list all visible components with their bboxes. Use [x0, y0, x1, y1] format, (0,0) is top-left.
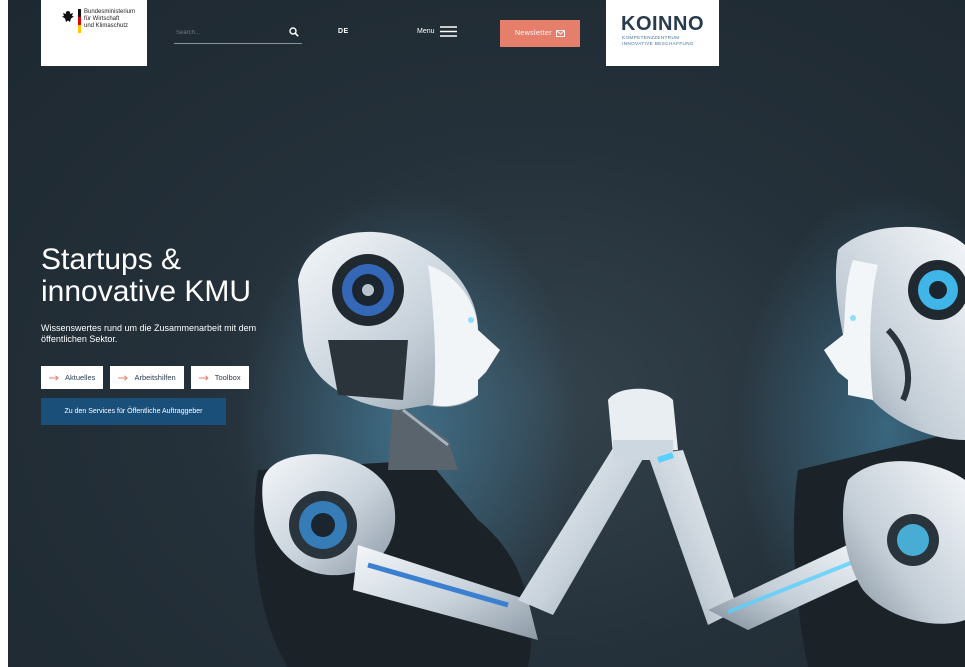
german-flag [78, 9, 81, 33]
search-bar [174, 24, 302, 44]
arrow-right-icon [198, 374, 209, 381]
link-toolbox-label: Toolbox [214, 373, 241, 382]
search-input[interactable] [174, 24, 276, 42]
quick-links: Aktuelles Arbeitshilfen Toolbox [41, 366, 249, 389]
koinno-logo[interactable]: KOINNO KOMPETENZZENTRUM INNOVATIVE BESCH… [606, 0, 719, 66]
link-arbeitshilfen[interactable]: Arbeitshilfen [110, 366, 184, 389]
link-arbeitshilfen-label: Arbeitshilfen [134, 373, 176, 382]
menu-button[interactable]: Menu [417, 26, 457, 37]
page-title: Startups & innovative KMU [41, 244, 251, 308]
menu-label: Menu [417, 28, 435, 35]
koinno-wordmark: KOINNO [621, 13, 704, 35]
koinno-tagline: KOMPETENZZENTRUM INNOVATIVE BESCHAFFUNG [622, 35, 694, 47]
language-switch[interactable]: DE [338, 28, 349, 35]
hero-subtitle: Wissenswertes rund um die Zusammenarbeit… [41, 323, 311, 345]
mail-icon [556, 30, 565, 37]
arrow-right-icon [118, 374, 129, 381]
ministry-line-1: Bundesministerium [84, 9, 136, 15]
ministry-line-3: und Klimaschutz [84, 23, 129, 29]
ministry-logo[interactable]: Bundesministerium für Wirtschaft und Kli… [41, 0, 147, 66]
link-aktuelles-label: Aktuelles [65, 373, 96, 382]
subtitle-line-1: Wissenswertes rund um die Zusammenarbeit… [41, 323, 257, 333]
eagle-icon [62, 11, 74, 22]
title-line-1: Startups & [41, 243, 182, 276]
link-aktuelles[interactable]: Aktuelles [41, 366, 104, 389]
page-frame: Bundesministerium für Wirtschaft und Kli… [8, 0, 965, 667]
link-toolbox[interactable]: Toolbox [190, 366, 249, 389]
menu-icon [439, 26, 457, 37]
ministry-name: Bundesministerium für Wirtschaft und Kli… [84, 9, 135, 30]
newsletter-button[interactable]: Newsletter [500, 20, 580, 47]
title-line-2: innovative KMU [41, 275, 252, 308]
ministry-line-2: für Wirtschaft [84, 16, 120, 22]
search-icon[interactable] [289, 27, 299, 37]
subtitle-line-2: öffentlichen Sektor. [41, 334, 118, 344]
services-button[interactable]: Zu den Services für Öffentliche Auftragg… [41, 398, 226, 425]
koinno-tagline-2: INNOVATIVE BESCHAFFUNG [622, 41, 694, 46]
arrow-right-icon [49, 374, 59, 381]
newsletter-label: Newsletter [514, 30, 553, 37]
